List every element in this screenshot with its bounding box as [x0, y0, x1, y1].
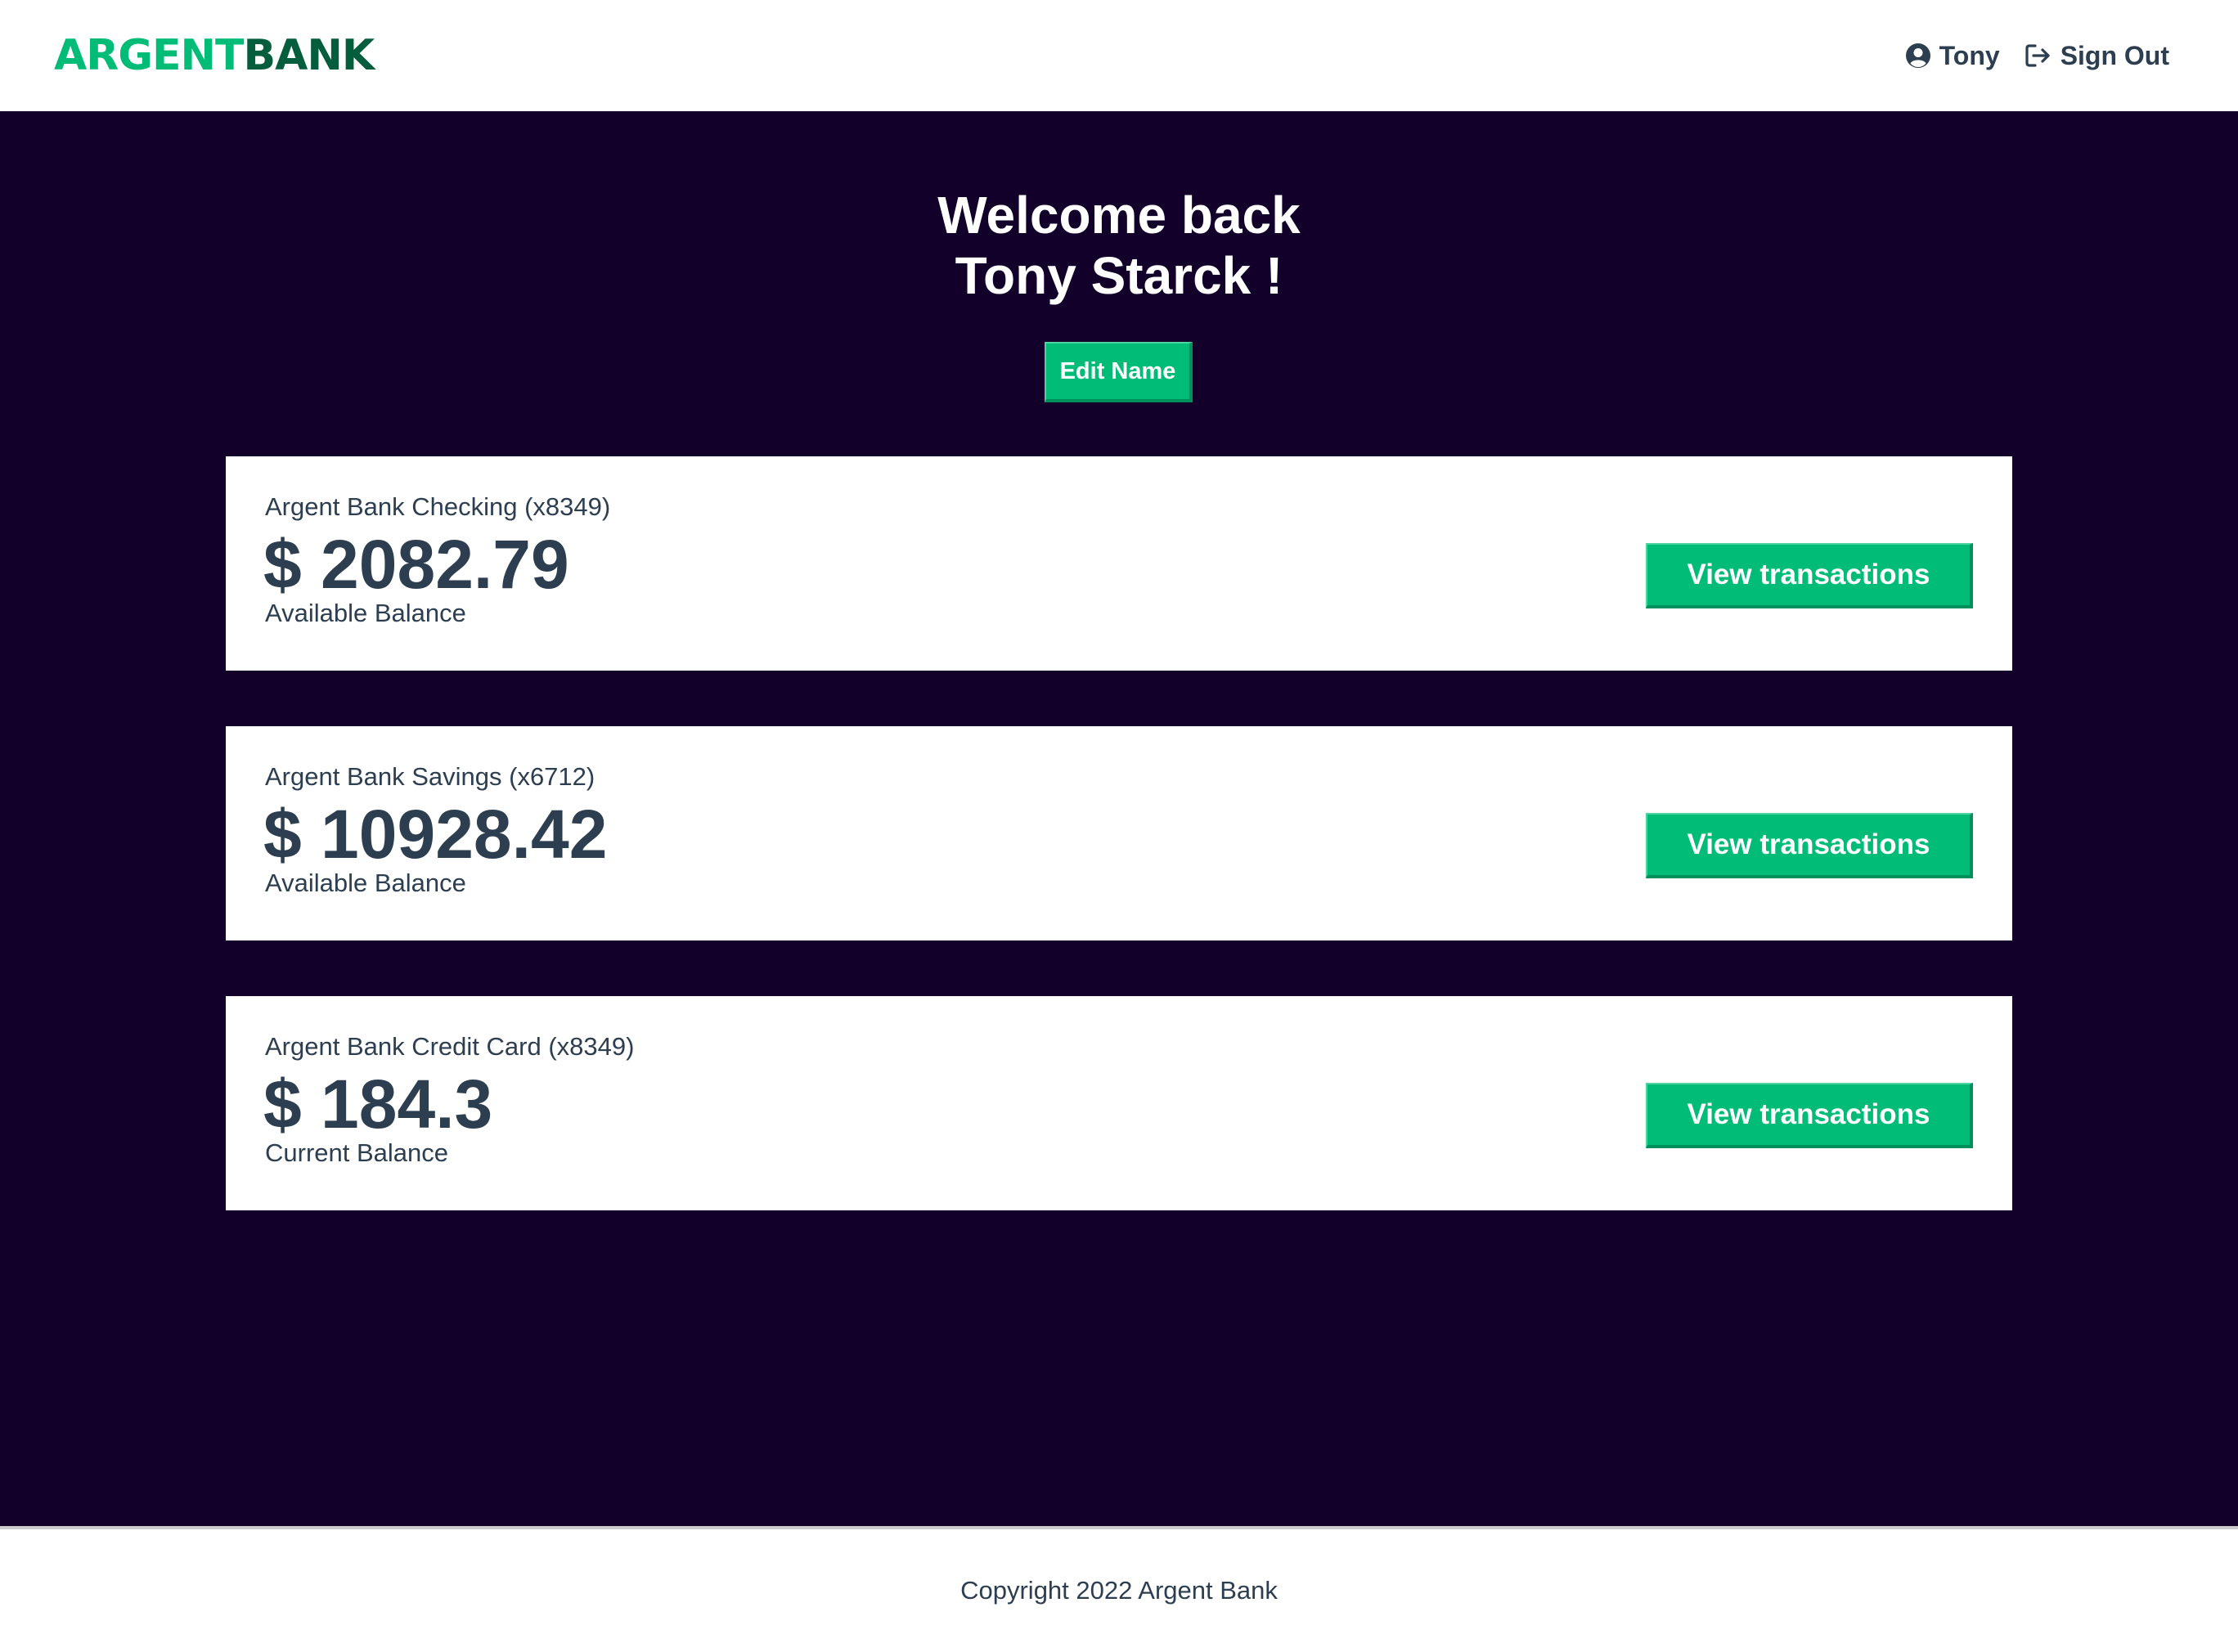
account-title: Argent Bank Savings (x6712): [265, 762, 595, 791]
view-transactions-button[interactable]: View transactions: [1646, 543, 1973, 608]
account-title: Argent Bank Credit Card (x8349): [265, 1032, 635, 1061]
account-amount: $ 2082.79: [263, 526, 569, 603]
dashboard-main: Welcome back Tony Starck ! Edit Name Arg…: [0, 111, 2238, 1526]
sign-out-icon: [2025, 43, 2052, 69]
sign-out-label: Sign Out: [2060, 40, 2169, 70]
view-transactions-button[interactable]: View transactions: [1646, 1083, 1973, 1148]
account-amount-description: Available Balance: [265, 869, 466, 897]
account-card-checking: Argent Bank Checking (x8349) $ 2082.79 A…: [226, 456, 2012, 671]
welcome-user-name: Tony Starck !: [955, 246, 1283, 305]
logo-text-argent: ARGENT: [54, 31, 244, 80]
account-title: Argent Bank Checking (x8349): [265, 492, 611, 521]
profile-username: Tony: [1939, 40, 2000, 70]
account-card-credit: Argent Bank Credit Card (x8349) $ 184.3 …: [226, 996, 2012, 1210]
logo-text-bank: BANK: [243, 31, 375, 80]
account-amount-description: Available Balance: [265, 599, 466, 627]
account-amount: $ 184.3: [263, 1066, 493, 1142]
argent-bank-logo[interactable]: ARGENT BANK: [54, 31, 375, 80]
edit-name-button[interactable]: Edit Name: [1045, 342, 1193, 402]
footer: Copyright 2022 Argent Bank: [0, 1526, 2238, 1652]
top-nav: ARGENT BANK Tony Sign Out: [0, 0, 2238, 111]
sign-out-link[interactable]: Sign Out: [2025, 41, 2169, 71]
profile-link[interactable]: Tony: [1905, 41, 2000, 71]
welcome-heading: Welcome back Tony Starck !: [0, 185, 2238, 306]
user-circle-icon: [1905, 43, 1931, 69]
copyright-text: Copyright 2022 Argent Bank: [960, 1576, 1278, 1605]
account-amount-description: Current Balance: [265, 1138, 449, 1167]
account-amount: $ 10928.42: [263, 796, 608, 873]
welcome-line: Welcome back: [937, 186, 1301, 245]
user-nav: Tony Sign Out: [1905, 41, 2184, 71]
view-transactions-button[interactable]: View transactions: [1646, 813, 1973, 878]
account-card-savings: Argent Bank Savings (x6712) $ 10928.42 A…: [226, 726, 2012, 940]
